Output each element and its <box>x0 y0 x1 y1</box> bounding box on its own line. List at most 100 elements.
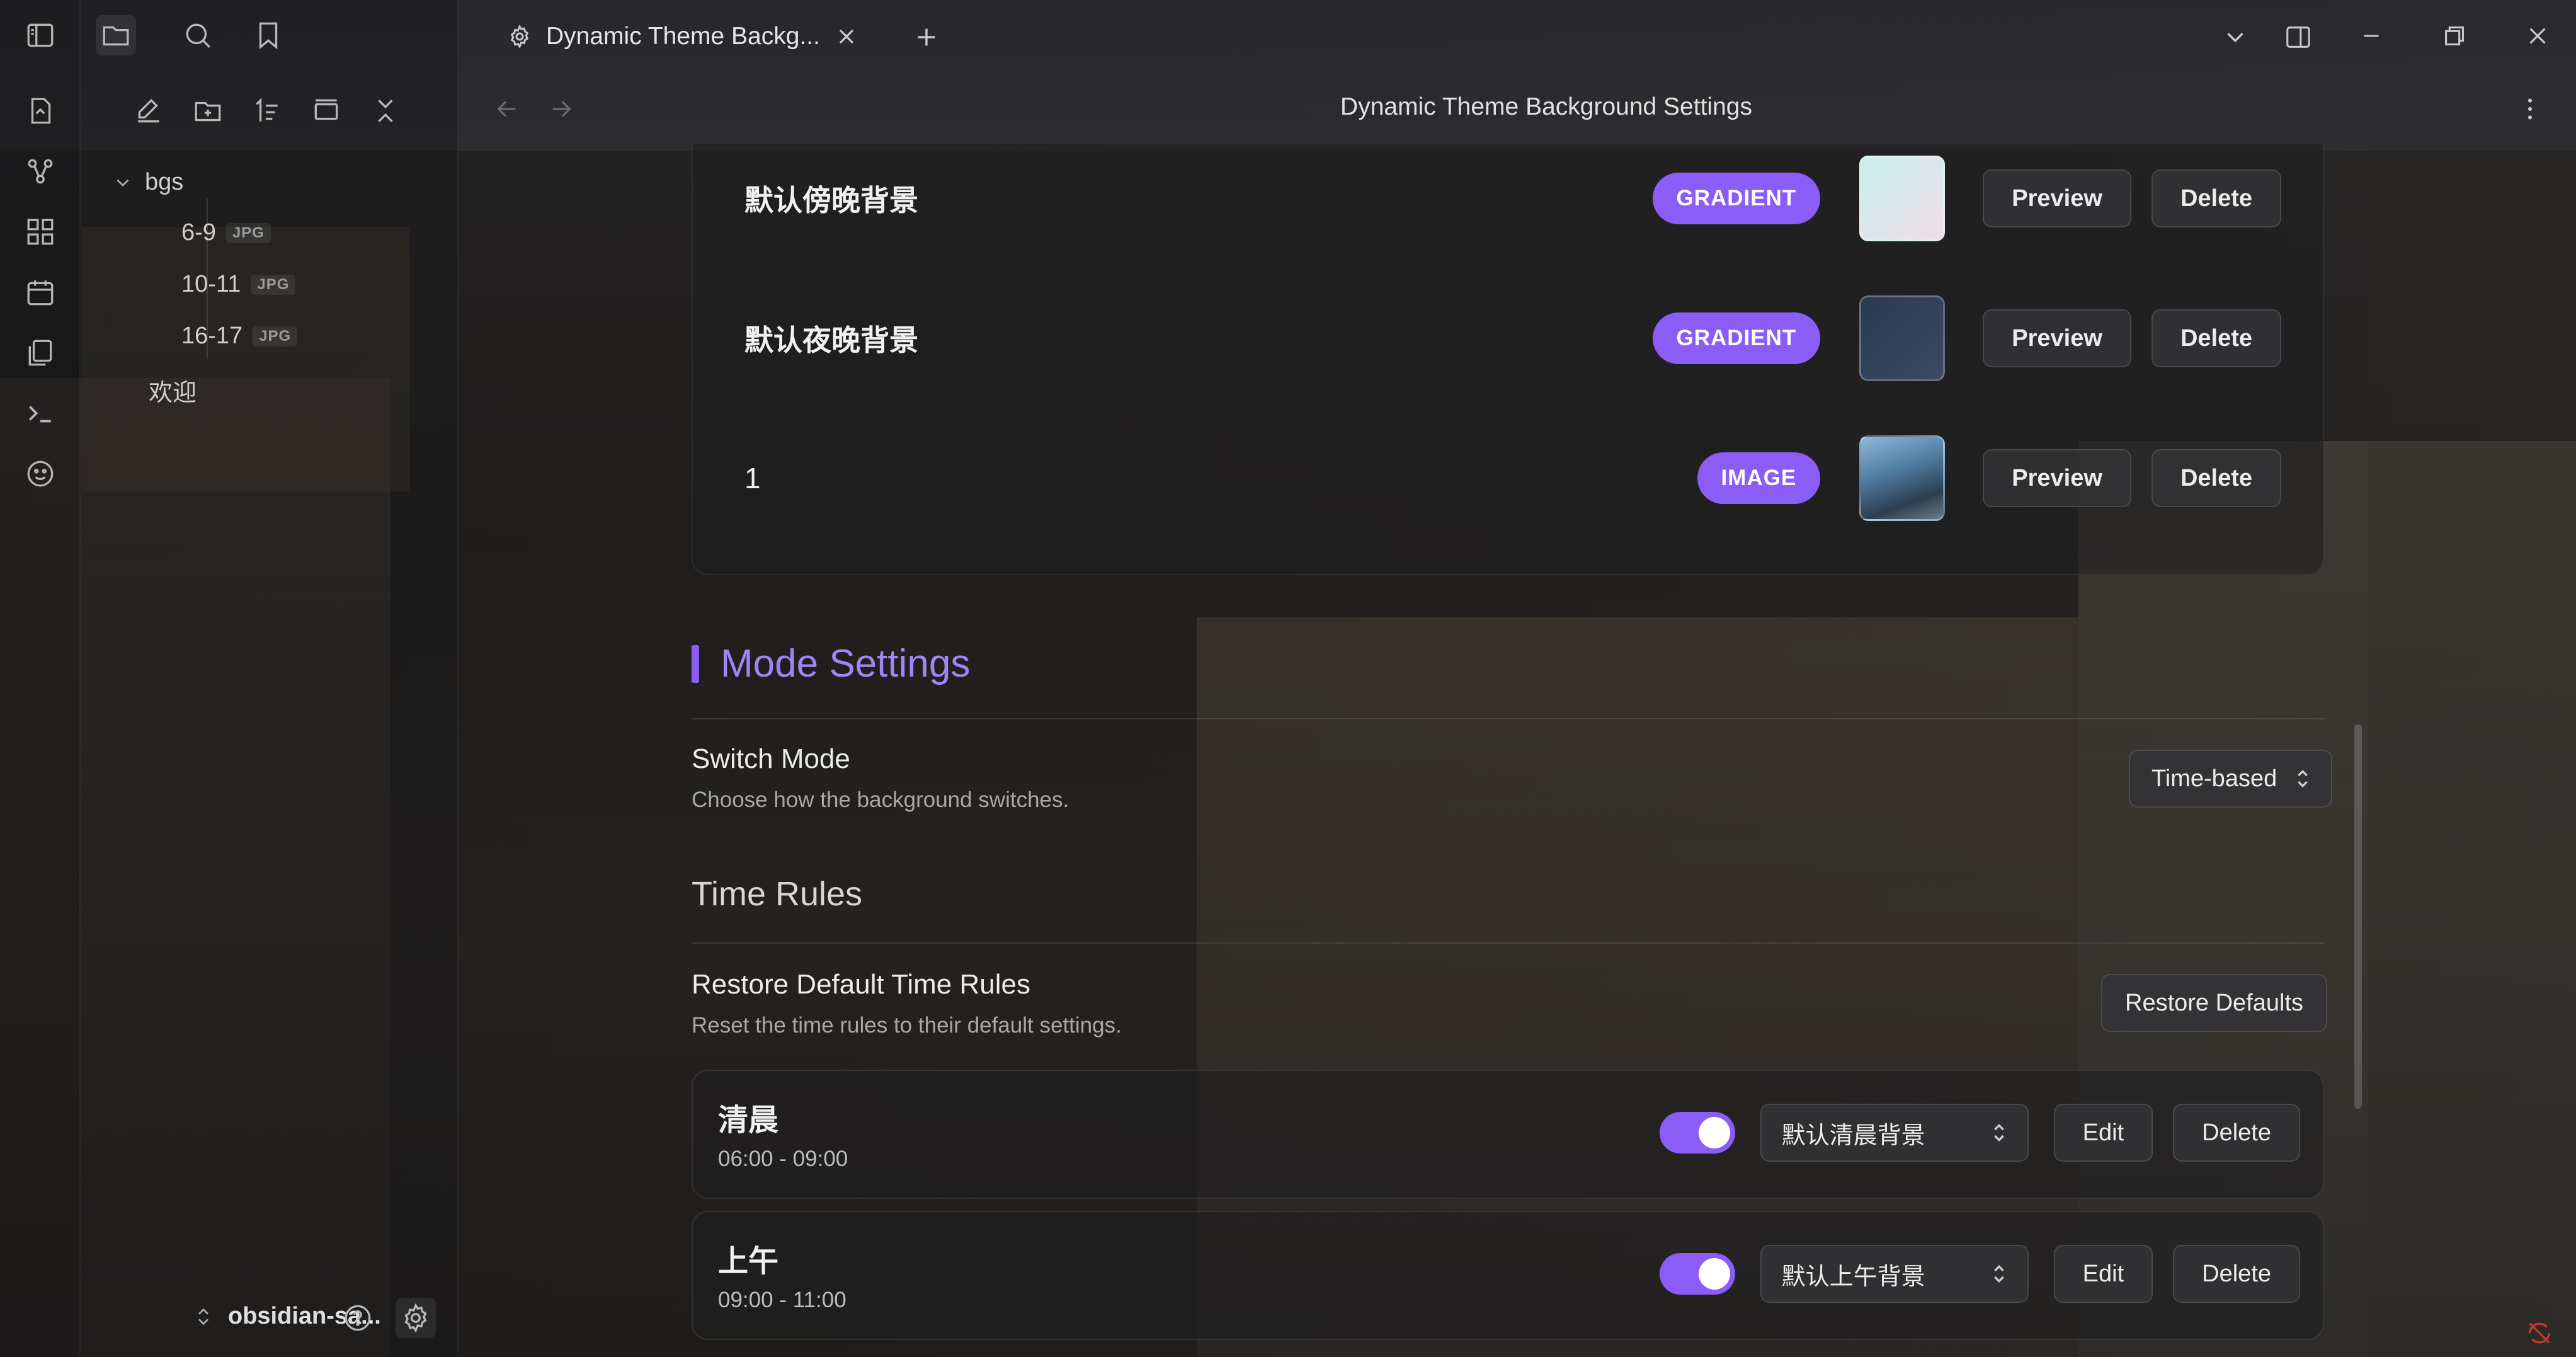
chevron-up-down-icon <box>198 1308 209 1325</box>
time-rule-name: 清晨 <box>718 1104 779 1137</box>
background-row: 默认傍晚背景 GRADIENT Preview Delete <box>744 151 2281 246</box>
section-title: Mode Settings <box>692 641 970 686</box>
tab-list-chevron-icon[interactable] <box>2213 15 2257 59</box>
restore-defaults-button[interactable]: Restore Defaults <box>2101 974 2328 1032</box>
chevron-down-icon <box>117 179 129 186</box>
background-name: 1 <box>744 462 761 495</box>
time-rule-range: 09:00 - 11:00 <box>718 1288 846 1312</box>
time-rule-background-select[interactable]: 默认上午背景 <box>1760 1245 2029 1303</box>
chevron-up-down-icon <box>2298 769 2308 788</box>
background-image-thumbnail <box>1859 435 1946 521</box>
delete-button[interactable]: Delete <box>2151 449 2281 507</box>
file-extension-badge: JPG <box>253 326 298 346</box>
section-accent-bar <box>692 644 699 683</box>
collapse-view-icon[interactable] <box>306 91 346 131</box>
search-icon[interactable] <box>178 15 218 55</box>
restore-window-icon[interactable] <box>2432 14 2476 58</box>
tree-item-label: bgs <box>145 169 184 195</box>
sidebar-toggle-icon[interactable] <box>23 18 58 53</box>
background-swatch <box>1859 295 1946 381</box>
toggle-right-sidebar-icon[interactable] <box>2276 15 2320 59</box>
chevron-up-down-icon <box>1993 1123 2004 1142</box>
sort-icon[interactable] <box>247 91 287 131</box>
tree-file-10-11[interactable]: 10-11 JPG <box>181 271 296 298</box>
left-ribbon <box>0 0 81 1357</box>
switch-mode-description: Choose how the background switches. <box>692 787 1069 812</box>
background-name: 默认傍晚背景 <box>744 184 918 217</box>
scrollbar-thumb[interactable] <box>2354 724 2362 1109</box>
sync-error-icon[interactable] <box>2519 1313 2560 1353</box>
file-extension-badge: JPG <box>251 274 296 295</box>
background-type-badge: IMAGE <box>1697 452 1821 504</box>
tree-item-label: 6-9 <box>181 219 216 246</box>
delete-button[interactable]: Delete <box>2151 169 2281 227</box>
canvas-icon[interactable] <box>23 214 58 249</box>
tree-folder-bgs[interactable]: bgs <box>112 169 183 196</box>
background-row: 默认夜晚背景 GRADIENT Preview Delete <box>744 291 2281 386</box>
file-extension-badge: JPG <box>225 222 271 243</box>
tab-title: Dynamic Theme Backg... <box>546 23 820 50</box>
terminal-icon[interactable] <box>23 396 58 431</box>
edit-button[interactable]: Edit <box>2053 1245 2153 1303</box>
emoji-icon[interactable] <box>23 456 58 491</box>
edit-button[interactable]: Edit <box>2053 1104 2153 1162</box>
time-rule-enabled-toggle[interactable] <box>1659 1253 1735 1295</box>
time-rule-card: 清晨 06:00 - 09:00 默认清晨背景 Edit Delete <box>692 1070 2324 1199</box>
select-value: 默认上午背景 <box>1781 1263 1925 1290</box>
switch-mode-name: Switch Mode <box>692 743 850 774</box>
delete-button[interactable]: Delete <box>2151 309 2281 367</box>
tree-item-label: 10-11 <box>181 271 241 297</box>
close-tab-icon[interactable] <box>834 24 859 49</box>
tree-file-16-17[interactable]: 16-17 JPG <box>181 323 298 350</box>
collapse-all-icon[interactable] <box>365 91 406 131</box>
time-rules-heading: Time Rules <box>692 875 863 913</box>
bookmark-icon[interactable] <box>248 15 288 55</box>
help-icon[interactable] <box>338 1298 378 1338</box>
open-quick-switcher-icon[interactable] <box>23 93 58 129</box>
view-title: Dynamic Theme Background Settings <box>1340 93 1752 120</box>
background-type-badge: GRADIENT <box>1652 312 1821 364</box>
select-value: 默认清晨背景 <box>1781 1122 1925 1149</box>
restore-rules-description: Reset the time rules to their default se… <box>692 1013 1122 1038</box>
time-rule-name: 上午 <box>718 1245 779 1278</box>
preview-button[interactable]: Preview <box>1983 169 2131 227</box>
preview-button[interactable]: Preview <box>1983 309 2131 367</box>
background-swatch <box>1859 156 1946 241</box>
tree-file-welcome[interactable]: 欢迎 <box>149 373 197 408</box>
switch-mode-select[interactable]: Time-based <box>2129 750 2333 808</box>
time-rule-card: 上午 09:00 - 11:00 默认上午背景 Edit Delete <box>692 1211 2324 1340</box>
graph-view-icon[interactable] <box>23 154 58 189</box>
files-icon[interactable] <box>96 15 136 55</box>
calendar-icon[interactable] <box>23 275 58 310</box>
close-window-icon[interactable] <box>2516 14 2560 58</box>
time-rule-range: 06:00 - 09:00 <box>718 1147 848 1171</box>
templates-icon[interactable] <box>23 335 58 370</box>
select-value: Time-based <box>2151 765 2277 792</box>
tab-settings[interactable]: Dynamic Theme Backg... <box>507 13 859 60</box>
settings-gear-icon[interactable] <box>396 1298 436 1338</box>
background-name: 默认夜晚背景 <box>744 324 918 357</box>
file-explorer: bgs 6-9 JPG 10-11 JPG 16-17 JPG 欢迎 obsid… <box>81 0 459 1357</box>
new-tab-icon[interactable] <box>904 15 949 59</box>
new-note-icon[interactable] <box>128 91 169 131</box>
tree-item-label: 欢迎 <box>149 380 197 406</box>
time-rule-background-select[interactable]: 默认清晨背景 <box>1760 1104 2029 1162</box>
background-row: 1 IMAGE Preview Delete <box>744 431 2281 525</box>
restore-rules-name: Restore Default Time Rules <box>692 969 1030 1000</box>
divider <box>692 718 2324 719</box>
preview-button[interactable]: Preview <box>1983 449 2131 507</box>
minimize-icon[interactable] <box>2349 14 2393 58</box>
forward-arrow-icon[interactable] <box>539 87 583 131</box>
time-rule-enabled-toggle[interactable] <box>1659 1112 1735 1154</box>
background-type-badge: GRADIENT <box>1652 173 1821 224</box>
delete-button[interactable]: Delete <box>2173 1245 2300 1303</box>
section-heading: Mode Settings <box>721 642 971 685</box>
back-arrow-icon[interactable] <box>485 87 529 131</box>
tree-file-6-9[interactable]: 6-9 JPG <box>181 219 271 246</box>
divider <box>692 942 2324 944</box>
more-options-icon[interactable] <box>2508 87 2552 131</box>
delete-button[interactable]: Delete <box>2173 1104 2300 1162</box>
tree-item-label: 16-17 <box>181 323 243 349</box>
new-folder-icon[interactable] <box>188 91 228 131</box>
gear-icon <box>510 25 529 49</box>
